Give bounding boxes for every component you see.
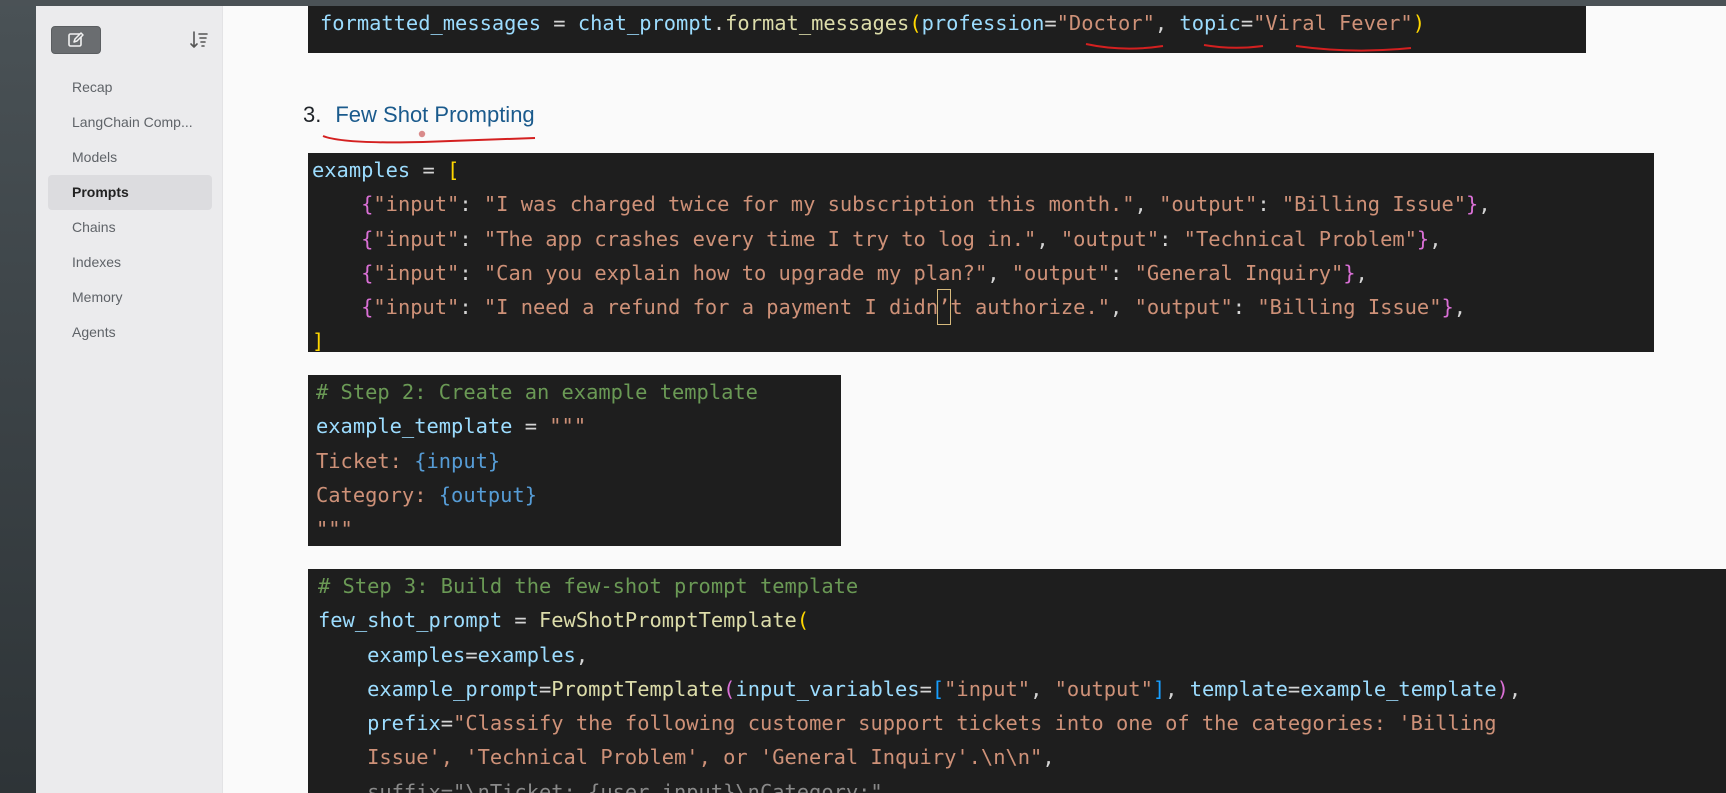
sidebar-item-langchain-components[interactable]: LangChain Comp... [48,105,212,140]
code-line: Category: {output} [316,482,537,507]
sidebar-nav: Recap LangChain Comp... Models Prompts C… [48,70,212,350]
sidebar: Recap LangChain Comp... Models Prompts C… [36,6,222,793]
sidebar-item-prompts[interactable]: Prompts [48,175,212,210]
code-line: # Step 2: Create an example template [316,380,758,404]
code-block-examples[interactable]: examples = [ {"input": "I was charged tw… [308,153,1654,352]
section-number: 3. [303,102,322,127]
code-line: """ [316,517,353,542]
sidebar-item-memory[interactable]: Memory [48,280,212,315]
code-line: example_template = """ [316,414,587,439]
code-line: Ticket: {input} [316,448,501,473]
code-line-partial: suffix="\nTicket: {user_input}\nCategory… [318,779,895,793]
code-line: {"input": "The app crashes every time I … [361,226,1442,251]
code-line: {"input": "Can you explain how to upgrad… [361,260,1368,285]
code-line: Issue', 'Technical Problem', or 'General… [367,745,1055,770]
sidebar-item-indexes[interactable]: Indexes [48,245,212,280]
code-block-format-messages[interactable]: formatted_messages = chat_prompt.format_… [308,6,1586,53]
code-line: examples = [ [312,158,460,182]
text-cursor-highlight: ’ [937,289,952,326]
sort-descending-icon [190,31,208,48]
sort-button[interactable] [174,26,224,54]
app-window: Recap LangChain Comp... Models Prompts C… [36,6,1726,793]
sidebar-item-models[interactable]: Models [48,140,212,175]
sidebar-item-recap[interactable]: Recap [48,70,212,105]
code-line: # Step 3: Build the few-shot prompt temp… [318,574,859,598]
code-line: few_shot_prompt = FewShotPromptTemplate( [318,608,810,633]
section-heading: 3. Few Shot Prompting [303,102,535,128]
code-line: {"input": "I need a refund for a payment… [312,289,1654,326]
sidebar-item-agents[interactable]: Agents [48,315,212,350]
code-line: formatted_messages = chat_prompt.format_… [320,11,1425,35]
note-content[interactable]: formatted_messages = chat_prompt.format_… [222,6,1726,793]
code-block-few-shot-prompt[interactable]: # Step 3: Build the few-shot prompt temp… [308,569,1726,793]
desktop-background [0,0,36,793]
section-title: Few Shot Prompting [335,102,535,127]
code-line: prefix="Classify the following customer … [367,711,1497,736]
edit-note-icon [68,32,84,47]
code-block-example-template[interactable]: # Step 2: Create an example template exa… [308,375,841,546]
new-note-button[interactable] [51,26,101,54]
code-line: ] [312,329,325,352]
sidebar-item-chains[interactable]: Chains [48,210,212,245]
code-line: example_prompt=PromptTemplate(input_vari… [367,676,1522,701]
code-line: {"input": "I was charged twice for my su… [361,192,1491,217]
code-line: examples=examples, [367,642,589,667]
